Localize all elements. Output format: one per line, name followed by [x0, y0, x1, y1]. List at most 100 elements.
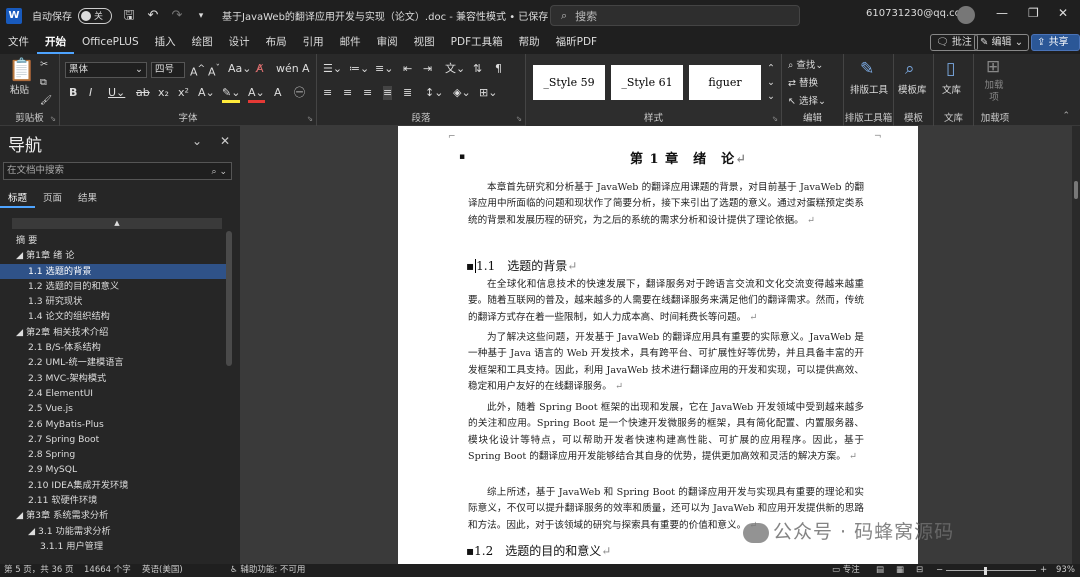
nav-collapse-bar-icon[interactable]: ▲: [12, 218, 222, 229]
nav-tab[interactable]: 结果: [70, 192, 105, 208]
nav-heading-item[interactable]: 2.3 MVC-架构模式: [0, 371, 228, 386]
layout-tool-button[interactable]: 排版工具: [850, 84, 888, 98]
menu-item[interactable]: 布局: [258, 31, 295, 54]
change-case-icon[interactable]: Aa⌄: [228, 62, 251, 76]
save-icon[interactable]: 🖫: [122, 8, 136, 23]
read-mode-icon[interactable]: ▤: [876, 564, 884, 577]
document-scrollbar[interactable]: [1072, 126, 1080, 564]
styles-down-icon[interactable]: ⌄: [767, 76, 775, 90]
bold-icon[interactable]: B: [69, 86, 77, 100]
nav-heading-item[interactable]: 2.7 Spring Boot: [0, 432, 228, 447]
superscript-icon[interactable]: x²: [178, 86, 189, 100]
italic-icon[interactable]: I: [89, 86, 92, 100]
restore-icon[interactable]: ❐: [1028, 6, 1039, 20]
phonetic-guide-icon[interactable]: wén: [276, 62, 299, 76]
menu-item[interactable]: 设计: [221, 31, 258, 54]
scroll-thumb[interactable]: [1074, 181, 1078, 199]
nav-heading-item[interactable]: ◢ 第1章 绪 论: [0, 248, 228, 263]
menu-item[interactable]: 插入: [147, 31, 184, 54]
font-size-combo[interactable]: 四号: [151, 62, 185, 78]
nav-heading-item[interactable]: 2.5 Vue.js: [0, 401, 228, 416]
format-painter-icon[interactable]: 🖌: [40, 94, 52, 108]
zoom-level[interactable]: 93%: [1056, 564, 1075, 577]
subscript-icon[interactable]: x₂: [158, 86, 169, 100]
nav-heading-item[interactable]: 1.1 选题的背景: [0, 263, 228, 279]
clear-format-icon[interactable]: A̸: [256, 62, 264, 76]
library-icon[interactable]: ▯: [946, 61, 955, 78]
customize-qat-icon[interactable]: ▾: [194, 9, 208, 23]
styles-up-icon[interactable]: ⌃: [767, 62, 775, 76]
nav-scrollbar[interactable]: [226, 231, 232, 366]
print-layout-icon[interactable]: ▦: [896, 564, 904, 577]
close-icon[interactable]: ✕: [1058, 6, 1068, 20]
nav-heading-item[interactable]: 2.6 MyBatis-Plus: [0, 417, 228, 432]
nav-heading-item[interactable]: 2.10 IDEA集成开发环境: [0, 478, 228, 493]
nav-heading-item[interactable]: ◢ 第3章 系统需求分析: [0, 508, 228, 523]
menu-item[interactable]: 邮件: [332, 31, 369, 54]
nav-close-icon[interactable]: ✕: [220, 134, 230, 148]
select-button[interactable]: ↖ 选择⌄: [788, 95, 826, 109]
replace-button[interactable]: ⇄ 替换: [788, 77, 818, 91]
align-left-icon[interactable]: ≡: [323, 86, 332, 100]
menu-item[interactable]: 开始: [37, 31, 74, 54]
share-button[interactable]: ⇪ 共享 ⌄: [1031, 34, 1080, 63]
shading-icon[interactable]: ◈⌄: [453, 86, 471, 100]
library-button[interactable]: 文库: [942, 84, 961, 98]
document-page[interactable]: ⌐ ¬ ▪ 第 1 章 绪 论↵ 本章首先研究和分析基于 JavaWeb 的翻译…: [398, 126, 918, 564]
word-count[interactable]: 14664 个字: [84, 564, 131, 577]
styles-launcher-icon[interactable]: ⬂: [772, 115, 778, 123]
account-name[interactable]: 610731230@qq.com: [866, 8, 971, 19]
nav-heading-item[interactable]: 2.2 UML-统一建模语言: [0, 355, 228, 370]
accessibility-status[interactable]: ♿ 辅助功能: 不可用: [230, 564, 305, 577]
document-title[interactable]: 基于JavaWeb的翻译应用开发与实现（论文）.doc - 兼容性模式 • 已保…: [222, 8, 560, 23]
paste-label[interactable]: 粘贴: [10, 84, 29, 98]
menu-item[interactable]: 文件: [0, 31, 37, 54]
nav-options-icon[interactable]: ⌄: [192, 134, 202, 148]
nav-search-input[interactable]: 在文档中搜索 ⌕ ⌄: [3, 162, 232, 180]
underline-icon[interactable]: U⌄: [108, 86, 125, 100]
show-marks-icon[interactable]: ¶: [495, 62, 502, 76]
menu-item[interactable]: 审阅: [369, 31, 406, 54]
nav-heading-item[interactable]: ◢ 3.1 功能需求分析: [0, 524, 228, 539]
addin-button[interactable]: 加载项: [982, 80, 1006, 104]
align-right-icon[interactable]: ≡: [363, 86, 372, 100]
search-box[interactable]: ⌕ 搜索: [550, 5, 800, 26]
nav-tab[interactable]: 标题: [0, 192, 36, 208]
nav-search-icon[interactable]: ⌕ ⌄: [212, 164, 227, 180]
nav-heading-item[interactable]: 2.9 MySQL: [0, 462, 228, 477]
styles-more-icon[interactable]: ⌄: [767, 90, 775, 104]
template-lib-button[interactable]: 模板库: [898, 84, 927, 98]
enclose-char-icon[interactable]: ㊀: [294, 86, 305, 100]
sort-icon[interactable]: ⇅: [473, 62, 482, 76]
comment-button[interactable]: 🗨 批注: [930, 34, 978, 51]
nav-heading-item[interactable]: 2.4 ElementUI: [0, 386, 228, 401]
focus-mode[interactable]: ▭ 专注: [832, 564, 860, 577]
page-count[interactable]: 第 5 页，共 36 页: [4, 564, 74, 577]
menu-item[interactable]: 绘图: [184, 31, 221, 54]
multilevel-list-icon[interactable]: ≡⌄: [375, 62, 393, 76]
find-button[interactable]: ⌕ 查找⌄: [788, 59, 823, 73]
redo-icon[interactable]: ↷: [170, 8, 184, 23]
highlight-icon[interactable]: ✎⌄: [222, 86, 241, 103]
shrink-font-icon[interactable]: Aˇ: [208, 62, 220, 80]
paragraph-launcher-icon[interactable]: ⬂: [516, 115, 522, 123]
paste-icon[interactable]: 📋: [8, 60, 35, 82]
nav-heading-item[interactable]: 摘 要: [0, 233, 228, 248]
language[interactable]: 英语(美国): [142, 564, 183, 577]
nav-heading-item[interactable]: 3.1.1 用户管理: [0, 539, 228, 554]
nav-heading-item[interactable]: 2.8 Spring: [0, 447, 228, 462]
bullets-icon[interactable]: ☰⌄: [323, 62, 342, 76]
zoom-slider[interactable]: [946, 570, 1036, 571]
menu-item[interactable]: OfficePLUS: [74, 31, 147, 54]
style-61[interactable]: _Style 61: [611, 65, 683, 100]
nav-heading-item[interactable]: 1.2 选题的目的和意义: [0, 279, 228, 294]
collapse-ribbon-icon[interactable]: ⌃: [1062, 111, 1070, 121]
editing-mode-button[interactable]: ✎ 编辑 ⌄: [974, 34, 1030, 51]
char-shading-icon[interactable]: A: [274, 86, 282, 100]
justify-icon[interactable]: ≡: [383, 86, 393, 100]
increase-indent-icon[interactable]: ⇥: [423, 62, 432, 76]
style-59[interactable]: _Style 59: [533, 65, 605, 100]
chinese-layout-icon[interactable]: 文⌄: [445, 62, 465, 76]
font-name-combo[interactable]: 黑体 ⌄: [65, 62, 147, 78]
avatar[interactable]: [957, 6, 975, 24]
